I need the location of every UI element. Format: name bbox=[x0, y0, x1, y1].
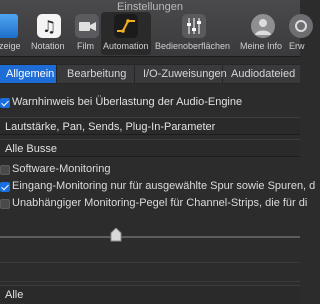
tab-audiodateieditor[interactable]: Audiodateied bbox=[223, 65, 303, 83]
overload-warning-label: Warnhinweis bei Überlastung der Audio-En… bbox=[12, 96, 243, 108]
control-surfaces-icon bbox=[182, 14, 206, 38]
display-icon bbox=[0, 14, 18, 38]
slider-thumb[interactable] bbox=[110, 228, 122, 242]
independent-monitoring-checkbox[interactable] bbox=[0, 199, 10, 209]
divider bbox=[0, 281, 300, 282]
notation-icon: ♫ bbox=[37, 14, 61, 38]
toolbar-item-display[interactable]: Anzeige bbox=[0, 14, 26, 54]
overload-warning-checkbox[interactable] bbox=[0, 98, 10, 108]
toolbar-label-advanced: Erw bbox=[289, 41, 305, 51]
toolbar-label-film: Film bbox=[77, 41, 94, 51]
svg-text:♫: ♫ bbox=[42, 17, 56, 36]
toolbar-label-display: Anzeige bbox=[0, 41, 21, 51]
input-monitoring-checkbox[interactable] bbox=[0, 182, 10, 192]
independent-monitoring-label: Unabhängiger Monitoring-Pegel für Channe… bbox=[12, 197, 308, 209]
toolbar-item-advanced[interactable]: Erw bbox=[287, 14, 313, 54]
toolbar-label-automation: Automation bbox=[103, 41, 149, 51]
software-monitoring-label: Software-Monitoring bbox=[12, 163, 111, 175]
tab-allgemein[interactable]: Allgemein bbox=[0, 65, 57, 83]
section-alle[interactable]: Alle bbox=[0, 285, 300, 303]
tab-io-zuweisungen[interactable]: I/O-Zuweisungen bbox=[135, 65, 227, 83]
toolbar-item-control-surfaces[interactable]: Bedienoberflächen bbox=[153, 14, 235, 54]
toolbar-label-notation: Notation bbox=[31, 41, 65, 51]
tab-bearbeitung[interactable]: Bearbeitung bbox=[57, 65, 135, 83]
input-monitoring-label: Eingang-Monitoring nur für ausgewählte S… bbox=[12, 180, 316, 192]
section-plugin-parameters[interactable]: Lautstärke, Pan, Sends, Plug-In-Paramete… bbox=[0, 117, 300, 135]
window-title: Einstellungen bbox=[116, 1, 184, 13]
automation-icon bbox=[114, 14, 138, 38]
toolbar-item-my-info[interactable]: Meine Info bbox=[238, 14, 288, 54]
preferences-toolbar: Einstellungen Anzeige ♫ Notation Film Au… bbox=[0, 0, 313, 57]
toolbar-label-control-surfaces: Bedienoberflächen bbox=[155, 41, 231, 51]
toolbar-item-notation[interactable]: ♫ Notation bbox=[29, 14, 69, 54]
film-icon bbox=[75, 14, 99, 38]
toolbar-label-my-info: Meine Info bbox=[240, 41, 283, 51]
section-all-busses[interactable]: Alle Busse bbox=[0, 139, 300, 157]
advanced-icon bbox=[289, 14, 313, 38]
software-monitoring-checkbox[interactable] bbox=[0, 165, 10, 175]
toolbar-item-film[interactable]: Film bbox=[73, 14, 99, 54]
tab-bar: Allgemein Bearbeitung I/O-Zuweisungen Au… bbox=[0, 64, 300, 84]
toolbar-item-automation[interactable]: Automation bbox=[101, 12, 151, 55]
my-info-icon bbox=[251, 14, 275, 38]
divider bbox=[0, 262, 300, 263]
slider-track[interactable] bbox=[0, 236, 300, 238]
